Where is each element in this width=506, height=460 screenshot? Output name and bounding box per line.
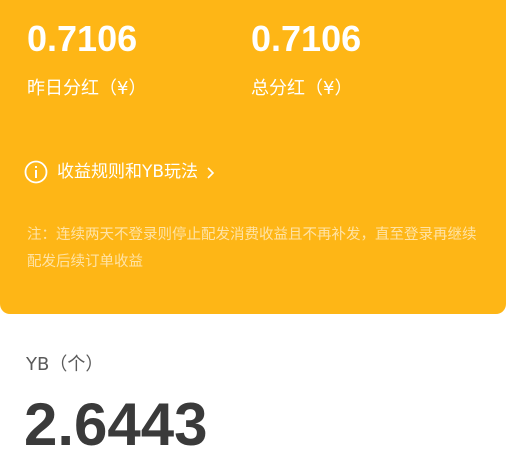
total-dividend-label: 总分红（¥） xyxy=(251,78,353,99)
yesterday-dividend-label: 昨日分红（¥） xyxy=(27,78,147,99)
total-dividend-value: 0.7106 xyxy=(251,18,362,59)
rules-link[interactable]: 收益规则和YB玩法 xyxy=(24,160,215,184)
chevron-right-icon xyxy=(206,165,215,179)
notice-text: 注：连续两天不登录则停止配发消费收益且不再补发，直至登录再继续配发后续订单收益 xyxy=(27,227,477,270)
total-dividend-stat: 0.7106 总分红（¥） xyxy=(251,18,361,100)
info-icon xyxy=(24,160,48,184)
yb-label: YB（个） xyxy=(26,354,104,375)
yesterday-dividend-stat: 0.7106 昨日分红（¥） xyxy=(27,18,146,100)
yesterday-dividend-value: 0.7106 xyxy=(27,18,138,59)
dividend-card: 0.7106 昨日分红（¥） 0.7106 总分红（¥） 收益规则和YB玩法 注… xyxy=(0,0,506,314)
rules-link-label: 收益规则和YB玩法 xyxy=(57,162,199,182)
yb-value: 2.6443 xyxy=(24,391,208,458)
